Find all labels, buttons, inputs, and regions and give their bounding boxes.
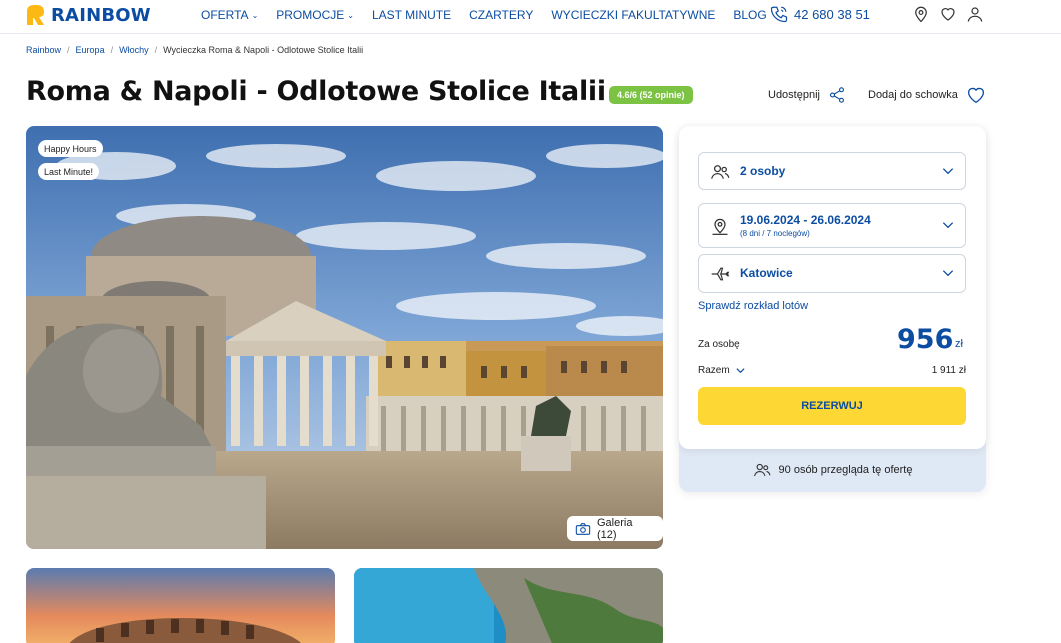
breadcrumb-separator: /	[154, 45, 158, 55]
dates-select[interactable]: 19.06.2024 - 26.06.2024 (8 dni / 7 nocle…	[698, 203, 966, 248]
share-button[interactable]: Udostępnij	[768, 86, 846, 104]
share-icon	[829, 87, 844, 103]
breadcrumb-current: Wycieczka Roma & Napoli - Odlotowe Stoli…	[163, 45, 364, 55]
persons-value: 2 osoby	[740, 164, 786, 178]
plane-icon	[711, 267, 730, 281]
nav-item-wycieczki[interactable]: WYCIECZKI FAKULTATYWNE	[551, 8, 715, 22]
per-person-label: Za osobę	[698, 339, 740, 350]
phone-contact[interactable]: 42 680 38 51	[770, 5, 870, 23]
breadcrumb: Rainbow / Europa / Włochy / Wycieczka Ro…	[26, 45, 363, 55]
nav-label: WYCIECZKI FAKULTATYWNE	[551, 8, 716, 22]
nav-item-promocje[interactable]: PROMOCJE ⌄	[276, 8, 354, 22]
dates-value: 19.06.2024 - 26.06.2024	[740, 213, 871, 227]
chevron-down-icon	[942, 168, 954, 175]
heart-icon[interactable]	[939, 5, 957, 23]
nav-label: BLOG	[733, 8, 767, 22]
persons-select[interactable]: 2 osoby	[698, 152, 966, 190]
heart-icon	[967, 87, 984, 104]
page-title: Roma & Napoli - Odlotowe Stolice Italii	[26, 76, 606, 107]
viewers-notice: 90 osób przegląda tę ofertę	[679, 461, 986, 479]
booking-panel: 2 osoby 19.06.2024 - 26.06.2024 (8 dni /…	[679, 126, 986, 492]
nav-item-oferta[interactable]: OFERTA ⌄	[201, 8, 258, 22]
nav-label: LAST MINUTE	[371, 8, 452, 22]
breadcrumb-rainbow[interactable]: Rainbow	[26, 45, 61, 55]
viewers-text: 90 osób przegląda tę ofertę	[778, 464, 913, 476]
header-icons	[912, 5, 993, 23]
booking-card: 2 osoby 19.06.2024 - 26.06.2024 (8 dni /…	[679, 126, 986, 449]
add-to-favorites-button[interactable]: Dodaj do schowka	[868, 86, 986, 104]
colosseum-photo	[26, 568, 335, 643]
chevron-down-icon	[942, 222, 954, 229]
departure-value: Katowice	[740, 266, 793, 280]
chevron-down-icon: ⌄	[347, 10, 354, 20]
breadcrumb-europa[interactable]: Europa	[76, 45, 105, 55]
location-pin-icon[interactable]	[912, 5, 930, 23]
nav-label: PROMOCJE	[276, 8, 345, 22]
phone-icon	[770, 6, 788, 23]
flight-schedule-link[interactable]: Sprawdź rozkład lotów	[698, 300, 808, 312]
nav-item-czartery[interactable]: CZARTERY	[469, 8, 533, 22]
breadcrumb-separator: /	[67, 45, 70, 55]
brand-name: RAINBOW	[51, 4, 151, 26]
camera-icon	[575, 522, 591, 535]
share-label: Udostępnij	[768, 89, 820, 101]
gallery-button[interactable]: Galeria (12)	[567, 516, 663, 541]
rainbow-logo-mark-icon	[25, 3, 46, 27]
departure-select[interactable]: Katowice	[698, 254, 966, 293]
reserve-button[interactable]: REZERWUJ	[698, 387, 966, 425]
location-calendar-icon	[712, 218, 728, 235]
price-per-person: 956	[897, 324, 954, 355]
nav-label: OFERTA	[201, 8, 249, 22]
price-currency: zł	[955, 338, 963, 350]
gallery-label: Galeria (12)	[596, 516, 633, 541]
chevron-down-icon	[736, 368, 745, 374]
chevron-down-icon	[942, 270, 954, 277]
phone-number: 42 680 38 51	[794, 6, 870, 22]
user-icon[interactable]	[966, 5, 984, 23]
piazza-plebiscito-photo	[26, 126, 663, 549]
dates-duration: (8 dni / 7 noclegów)	[740, 229, 810, 238]
total-price: 1 911 zł	[931, 365, 966, 376]
rating-badge[interactable]: 4.6/6 (52 opinie)	[609, 86, 693, 104]
site-header: RAINBOW OFERTA ⌄ PROMOCJE ⌄ LAST MINUTE CZ…	[0, 0, 1061, 34]
happy-hours-badge: Happy Hours	[38, 140, 103, 157]
nav-item-last-minute[interactable]: LAST MINUTE	[372, 8, 451, 22]
nav-item-blog[interactable]: BLOG	[733, 8, 766, 22]
main-photo[interactable]: Happy Hours Last Minute! Galeria (12)	[26, 126, 663, 549]
rainbow-logo[interactable]: RAINBOW	[25, 3, 151, 27]
chevron-down-icon: ⌄	[251, 10, 259, 20]
users-icon	[753, 463, 770, 477]
main-nav: OFERTA ⌄ PROMOCJE ⌄ LAST MINUTE CZARTERY W…	[201, 8, 785, 22]
thumbnail-coast[interactable]	[354, 568, 663, 643]
total-toggle[interactable]: Razem	[698, 365, 746, 376]
users-icon	[711, 165, 730, 179]
nav-label: CZARTERY	[469, 8, 534, 22]
total-label: Razem	[698, 365, 730, 376]
breadcrumb-wlochy[interactable]: Włochy	[119, 45, 149, 55]
breadcrumb-separator: /	[110, 45, 114, 55]
thumbnail-colosseum[interactable]	[26, 568, 335, 643]
coast-photo	[354, 568, 663, 643]
last-minute-badge: Last Minute!	[38, 163, 100, 180]
favorite-label: Dodaj do schowka	[868, 89, 958, 101]
